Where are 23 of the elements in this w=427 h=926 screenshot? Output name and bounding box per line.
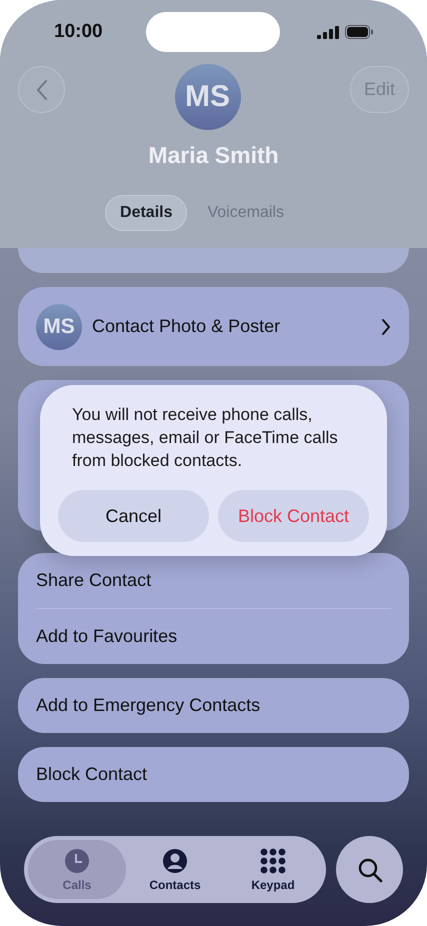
signal-icon <box>317 26 339 38</box>
segment-tab[interactable]: Details <box>105 195 188 231</box>
contact-name: Maria Smith <box>147 142 280 169</box>
action-row[interactable]: Share Contact <box>36 553 391 608</box>
back-chevron-icon <box>36 78 48 100</box>
keypad-icon <box>260 848 286 874</box>
person-icon <box>162 848 188 874</box>
contact-avatar: MS <box>174 64 240 130</box>
action-row[interactable]: Add to Emergency Contacts <box>36 678 391 733</box>
contact-avatar: MS <box>36 304 82 350</box>
row-label: Contact Photo & Poster <box>92 316 282 337</box>
action-row[interactable]: Add to Favourites <box>36 609 391 664</box>
alert-button[interactable]: Cancel <box>58 490 209 542</box>
tab-item[interactable]: Contacts <box>126 840 224 899</box>
clock-icon <box>64 848 90 874</box>
chevron-right-icon <box>381 318 391 336</box>
search-icon <box>356 856 382 882</box>
contact-photo-row[interactable]: MS Contact Photo & Poster <box>18 287 409 366</box>
status-time: 10:00 <box>54 21 103 43</box>
battery-icon <box>345 25 373 39</box>
alert-message: You will not receive phone calls, messages, email or FaceTime calls from blocked contacts. <box>71 404 339 472</box>
action-row[interactable]: Block Contact <box>36 747 391 802</box>
tab-item[interactable]: Keypad <box>224 840 322 899</box>
